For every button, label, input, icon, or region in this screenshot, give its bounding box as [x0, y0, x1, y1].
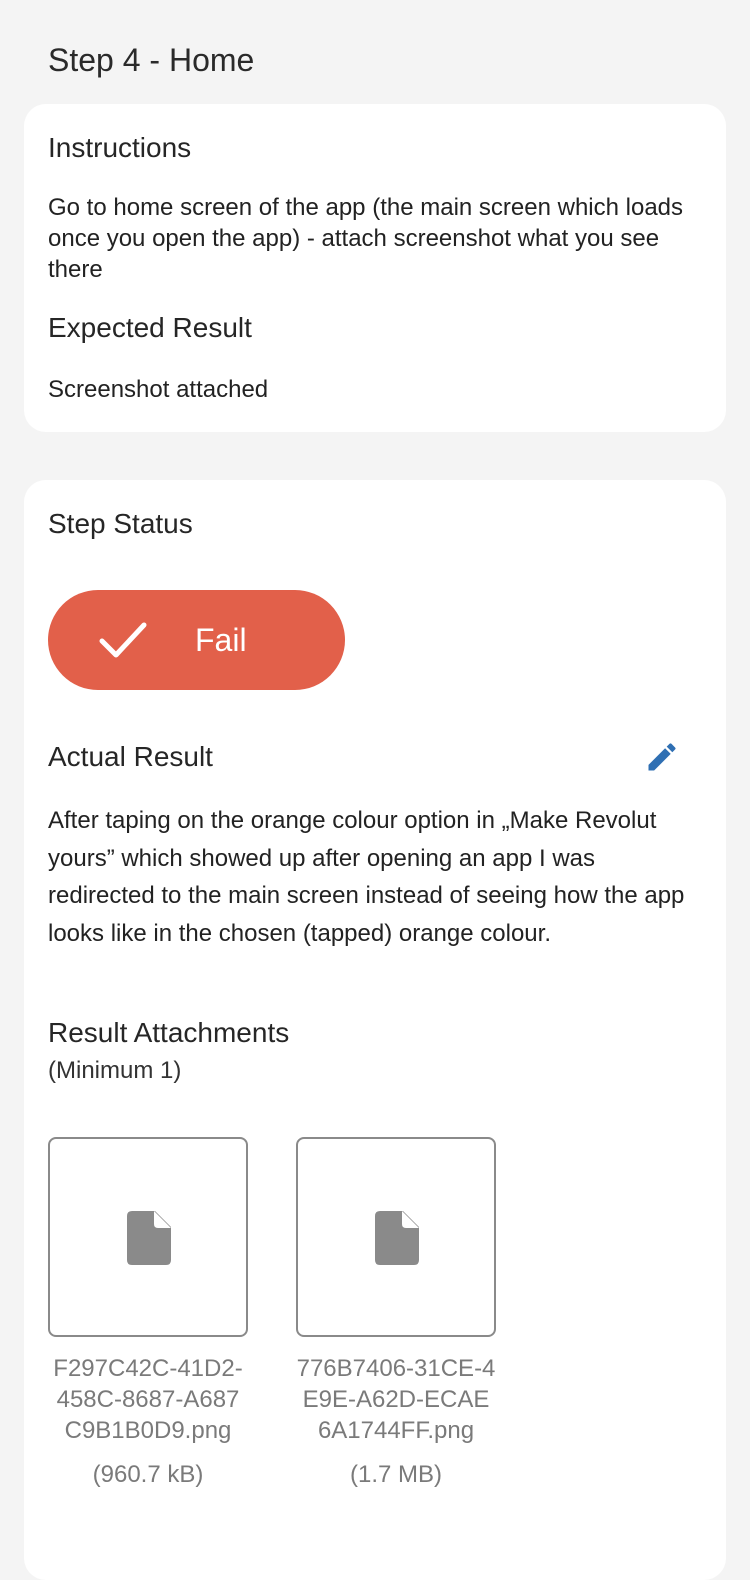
file-icon	[127, 1211, 171, 1265]
attachment-item[interactable]: 776B7406-31CE-4E9E-A62D-ECAE6A1744FF.png…	[296, 1137, 496, 1490]
page-title: Step 4 - Home	[48, 42, 255, 78]
file-icon	[375, 1211, 419, 1265]
pencil-icon[interactable]	[644, 739, 680, 775]
instructions-heading: Instructions	[48, 132, 192, 163]
instructions-text: Go to home screen of the app (the main s…	[48, 194, 684, 283]
expected-result-text: Screenshot attached	[48, 376, 269, 403]
fail-status-button[interactable]: Fail	[48, 590, 345, 690]
attachments-minimum-note: (Minimum 1)	[48, 1057, 182, 1084]
status-label: Fail	[195, 622, 247, 658]
attachment-file-name: F297C42C-41D2-458C-8687-A687C9B1B0D9.png	[53, 1355, 243, 1444]
expected-result-heading: Expected Result	[48, 312, 252, 343]
actual-result-heading: Actual Result	[48, 741, 213, 772]
attachment-file-name: 776B7406-31CE-4E9E-A62D-ECAE6A1744FF.png	[296, 1355, 496, 1444]
attachment-item[interactable]: F297C42C-41D2-458C-8687-A687C9B1B0D9.png…	[48, 1137, 248, 1490]
instructions-card: Instructions Go to home screen of the ap…	[24, 104, 726, 432]
step-status-card: Step Status Fail Actual Result After tap…	[24, 480, 726, 1580]
attachment-file-size: (1.7 MB)	[349, 1461, 442, 1488]
step-status-heading: Step Status	[48, 508, 193, 539]
actual-result-text: After taping on the orange colour option…	[48, 807, 685, 947]
result-attachments-heading: Result Attachments	[48, 1017, 290, 1048]
checkmark-icon	[99, 622, 147, 658]
attachment-thumbnail[interactable]	[296, 1137, 496, 1337]
attachment-file-size: (960.7 kB)	[92, 1461, 204, 1488]
attachment-thumbnail[interactable]	[48, 1137, 248, 1337]
